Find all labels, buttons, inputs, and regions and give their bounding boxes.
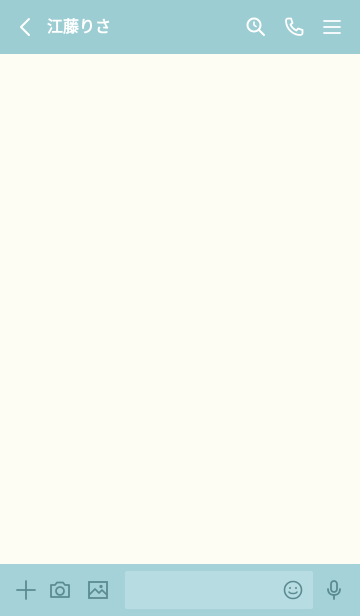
- chevron-left-icon[interactable]: [16, 15, 38, 39]
- plus-icon[interactable]: [14, 578, 38, 602]
- chat-title: 江藤りさ: [47, 17, 112, 36]
- message-input[interactable]: [133, 571, 277, 611]
- message-input-box[interactable]: [125, 571, 313, 611]
- message-composer: [0, 564, 360, 616]
- camera-icon[interactable]: [48, 578, 72, 602]
- emoji-icon[interactable]: [282, 579, 304, 601]
- message-list[interactable]: [0, 54, 360, 564]
- search-icon[interactable]: [244, 15, 268, 39]
- microphone-icon[interactable]: [322, 578, 346, 602]
- chat-header: 江藤りさ: [0, 0, 360, 54]
- chat-screen: 江藤りさ: [0, 0, 360, 616]
- menu-icon[interactable]: [320, 15, 344, 39]
- image-icon[interactable]: [86, 578, 110, 602]
- phone-icon[interactable]: [282, 15, 306, 39]
